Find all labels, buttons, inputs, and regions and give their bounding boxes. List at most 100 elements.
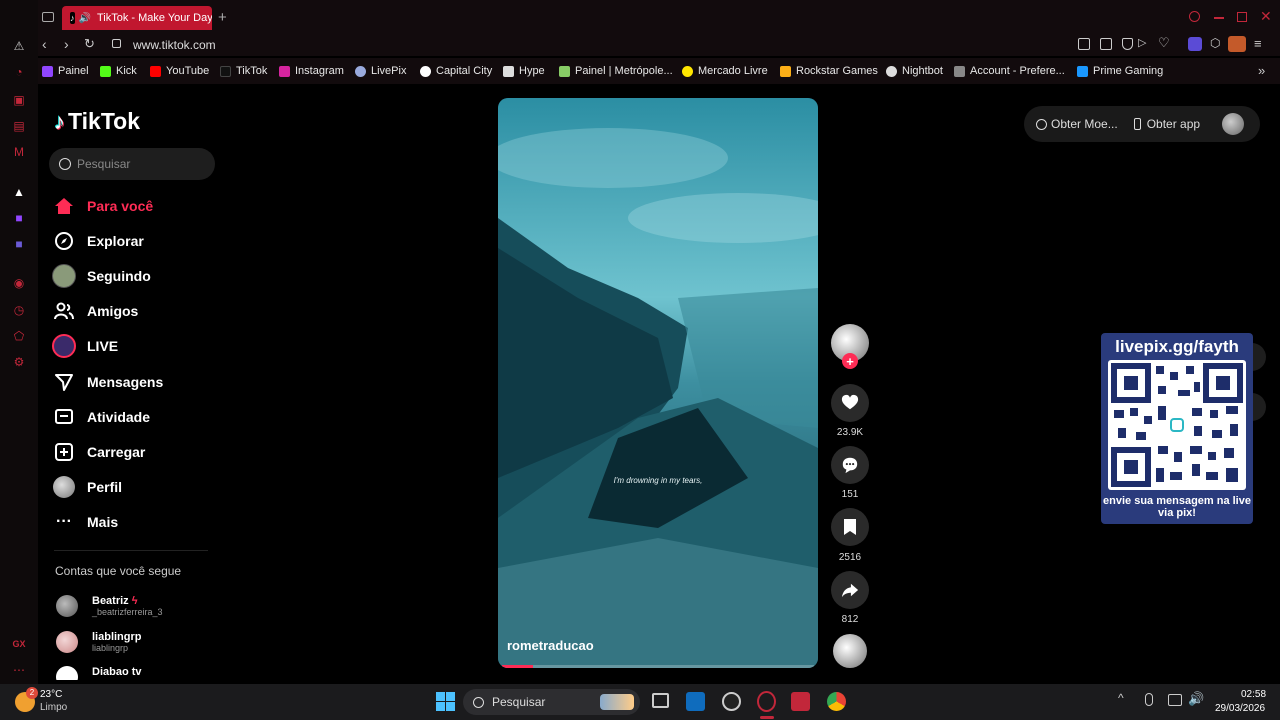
bookmark-metropole[interactable]: Painel | Metrópole... xyxy=(559,65,673,77)
extensions-icon[interactable]: ⬡ xyxy=(1210,36,1220,50)
bookmark-livepix[interactable]: LivePix xyxy=(355,65,406,77)
store-icon[interactable]: ▤ xyxy=(11,118,27,134)
camera-icon[interactable] xyxy=(1100,38,1112,50)
mail-icon[interactable]: M xyxy=(11,144,27,160)
forward-icon[interactable]: › xyxy=(64,36,69,52)
share-button[interactable] xyxy=(831,571,869,609)
more-side-icon[interactable]: ⋯ xyxy=(11,662,27,678)
settings-icon[interactable]: ⚙ xyxy=(11,354,27,370)
aria-icon[interactable] xyxy=(1188,37,1202,51)
speaker-icon[interactable]: 🔊 xyxy=(79,13,91,24)
follow-button[interactable]: + xyxy=(842,353,858,369)
tiktok-note-icon: ♪ xyxy=(54,108,65,134)
search-tabs-icon[interactable] xyxy=(1189,11,1200,22)
opera-gx-taskbar-icon[interactable] xyxy=(757,691,776,712)
tiktok-logo[interactable]: ♪ TikTok xyxy=(54,108,140,135)
bookmark-rockstar[interactable]: Rockstar Games xyxy=(780,65,878,77)
network-icon[interactable] xyxy=(1168,694,1182,706)
steam-icon[interactable] xyxy=(722,692,741,711)
outlook-icon[interactable] xyxy=(686,692,705,711)
extensions-side-icon[interactable]: ⬠ xyxy=(11,328,27,344)
bookmark-kick[interactable]: Kick xyxy=(100,65,137,77)
clock-time[interactable]: 02:58 xyxy=(1241,689,1266,700)
clock-date[interactable]: 29/03/2026 xyxy=(1215,703,1265,714)
bookmark-nightbot[interactable]: Nightbot xyxy=(886,65,943,77)
video-username[interactable]: rometraducao xyxy=(507,638,594,653)
account-item[interactable]: Beatriz ϟ _beatrizferreira_3 xyxy=(56,594,163,618)
video-progress-bar[interactable] xyxy=(502,665,814,668)
aria-taskbar-icon[interactable] xyxy=(791,692,810,711)
bookmark-tiktok[interactable]: TikTok xyxy=(220,65,267,77)
microphone-icon[interactable] xyxy=(1145,693,1153,706)
save-count: 2516 xyxy=(838,552,862,563)
nav-atividade[interactable]: Atividade xyxy=(52,404,150,430)
bookmarks-overflow-icon[interactable]: » xyxy=(1258,63,1265,78)
maximize-button[interactable] xyxy=(1237,12,1247,22)
bookmark-hype[interactable]: Hype xyxy=(503,65,545,77)
close-window-button[interactable]: ✕ xyxy=(1260,8,1272,25)
video-subtitle: I'm drowning in my tears, xyxy=(613,476,703,485)
nav-mensagens[interactable]: Mensagens xyxy=(52,369,163,395)
coins-button[interactable]: Obter Moe... xyxy=(1036,117,1118,131)
shield-icon[interactable] xyxy=(1122,38,1133,50)
bookmark-mercado-livre[interactable]: Mercado Livre xyxy=(682,65,768,77)
twitch-icon[interactable]: ■ xyxy=(11,210,27,226)
nav-perfil[interactable]: Perfil xyxy=(52,474,122,500)
nav-label: LIVE xyxy=(87,338,119,354)
bookmark-capital-city[interactable]: Capital City xyxy=(420,65,492,77)
account-name: Diabao tv xyxy=(92,666,142,678)
bookmark-painel[interactable]: Painel xyxy=(42,65,89,77)
play-icon[interactable]: ▷ xyxy=(1138,36,1146,49)
task-view-icon[interactable] xyxy=(652,693,669,708)
start-button[interactable] xyxy=(436,692,455,711)
snapshot-icon[interactable] xyxy=(1078,38,1090,50)
player-icon[interactable]: ◉ xyxy=(11,275,27,291)
nav-para-voce[interactable]: Para você xyxy=(52,193,153,219)
nav-live[interactable]: LIVE xyxy=(52,333,118,359)
tab-manager-icon[interactable] xyxy=(42,12,54,22)
tab-tiktok[interactable]: ♪ 🔊 TikTok - Make Your Day xyxy=(62,6,212,30)
taskbar-search[interactable]: Pesquisar xyxy=(463,689,640,715)
like-button[interactable] xyxy=(831,384,869,422)
heart-icon[interactable]: ♡ xyxy=(1158,35,1170,51)
nav-seguindo[interactable]: Seguindo xyxy=(52,263,151,289)
user-avatar[interactable] xyxy=(1222,113,1245,135)
search-input[interactable]: Pesquisar xyxy=(49,148,215,180)
account-item[interactable]: liablingrp liablingrp xyxy=(56,630,142,654)
history-icon[interactable]: ◷ xyxy=(11,302,27,318)
aria-side-icon[interactable]: ▲ xyxy=(11,184,27,200)
nav-carregar[interactable]: Carregar xyxy=(52,439,145,465)
volume-icon[interactable]: 🔊 xyxy=(1188,691,1204,707)
nav-mais[interactable]: ··· Mais xyxy=(52,509,118,535)
chrome-icon[interactable] xyxy=(827,692,846,711)
back-icon[interactable]: ‹ xyxy=(42,36,47,52)
nav-explorar[interactable]: Explorar xyxy=(52,228,144,254)
account-item[interactable]: Diabao tv xyxy=(56,666,142,680)
heart-icon xyxy=(841,394,859,410)
wallet-icon[interactable] xyxy=(1228,36,1246,52)
url-field[interactable]: www.tiktok.com xyxy=(133,38,216,52)
menu-icon[interactable]: ≡ xyxy=(1254,36,1262,51)
address-bar: ‹ › ↻ www.tiktok.com ▷ ♡ ⬡ ≡ xyxy=(38,34,1280,56)
new-tab-button[interactable]: + xyxy=(218,9,227,26)
get-app-button[interactable]: Obter app xyxy=(1133,117,1200,131)
ai-icon[interactable]: ■ xyxy=(11,236,27,252)
gx-corner-icon[interactable]: ◔ xyxy=(11,64,27,80)
save-button[interactable] xyxy=(831,508,869,546)
nav-amigos[interactable]: Amigos xyxy=(52,298,138,324)
bookmark-prime-gaming[interactable]: Prime Gaming xyxy=(1077,65,1163,77)
tray-chevron-icon[interactable]: ^ xyxy=(1118,691,1124,705)
nav-label: Mais xyxy=(87,514,119,530)
avatar xyxy=(56,631,78,653)
warning-icon[interactable]: ⚠ xyxy=(11,38,27,54)
sound-avatar[interactable] xyxy=(833,634,867,668)
minimize-button[interactable] xyxy=(1214,17,1224,19)
twitch-side-icon[interactable]: ▣ xyxy=(11,92,27,108)
more-icon: ··· xyxy=(56,513,72,530)
comment-button[interactable] xyxy=(831,446,869,484)
video-player[interactable]: I'm drowning in my tears, rometraducao xyxy=(498,98,818,668)
bookmark-account[interactable]: Account - Prefere... xyxy=(954,65,1065,77)
bookmark-instagram[interactable]: Instagram xyxy=(279,65,344,77)
bookmark-youtube[interactable]: YouTube xyxy=(150,65,209,77)
reload-icon[interactable]: ↻ xyxy=(84,36,95,52)
